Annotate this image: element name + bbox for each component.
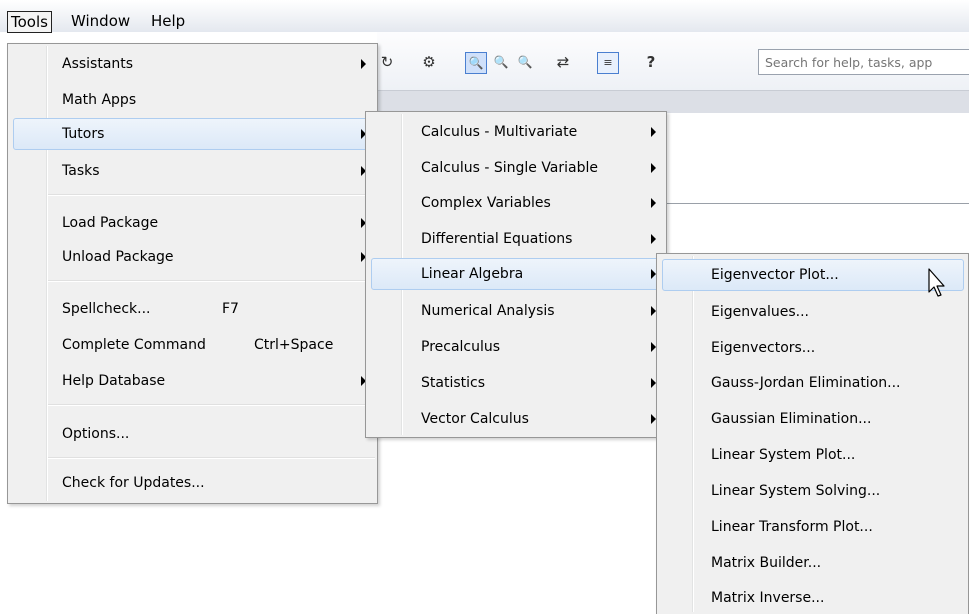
menu-item-check-for-updates[interactable]: Check for Updates... <box>8 468 377 498</box>
menu-item-tasks[interactable]: Tasks <box>8 156 377 186</box>
menu-item-spellcheck[interactable]: Spellcheck... F7 <box>8 294 377 324</box>
menu-item-label: Matrix Builder... <box>711 555 822 571</box>
submenu-arrow-icon <box>651 234 656 244</box>
menu-item-label: Linear Algebra <box>421 266 524 282</box>
mouse-pointer-icon <box>928 268 945 297</box>
submenu-arrow-icon <box>361 59 366 69</box>
menu-item-label: Gaussian Elimination... <box>711 411 872 427</box>
menu-item-complete-command[interactable]: Complete Command Ctrl+Space <box>8 330 377 360</box>
menu-item-math-apps[interactable]: Math Apps <box>8 85 377 115</box>
menu-item-eigenvector-plot[interactable]: Eigenvector Plot... <box>662 259 964 291</box>
menu-item-label: Eigenvectors... <box>711 340 816 356</box>
toolbar-strip <box>377 90 969 113</box>
menu-item-label: Eigenvector Plot... <box>711 267 839 283</box>
menu-item-numerical-analysis[interactable]: Numerical Analysis <box>366 296 666 326</box>
menu-item-label: Assistants <box>62 56 134 72</box>
menu-item-label: Calculus - Single Variable <box>421 160 598 176</box>
tools-menu: Assistants Math Apps Tutors Tasks Load P… <box>7 43 378 504</box>
menu-item-label: Tutors <box>62 126 105 142</box>
menu-item-options[interactable]: Options... <box>8 419 377 449</box>
menu-item-calculus-multivariate[interactable]: Calculus - Multivariate <box>366 117 666 147</box>
menu-item-label: Complex Variables <box>421 195 551 211</box>
menu-item-label: Eigenvalues... <box>711 304 809 320</box>
menu-item-calculus-single-variable[interactable]: Calculus - Single Variable <box>366 153 666 183</box>
search-field[interactable] <box>758 49 969 75</box>
menu-item-label: Gauss-Jordan Elimination... <box>711 375 901 391</box>
menu-item-label: Matrix Inverse... <box>711 590 825 606</box>
menu-item-label: Spellcheck... <box>62 301 151 317</box>
zoom-out-icon[interactable]: 🔍 <box>515 52 535 72</box>
menu-item-gauss-jordan-elimination[interactable]: Gauss-Jordan Elimination... <box>657 368 968 398</box>
menu-item-precalculus[interactable]: Precalculus <box>366 332 666 362</box>
toolbar: ↻ ⚙ 🔍 🔍 🔍 ⇄ ≡ ? <box>377 32 969 90</box>
menu-item-label: Options... <box>62 426 130 442</box>
submenu-arrow-icon <box>651 163 656 173</box>
menu-item-label: Calculus - Multivariate <box>421 124 578 140</box>
menu-item-vector-calculus[interactable]: Vector Calculus <box>366 404 666 434</box>
menu-item-tutors[interactable]: Tutors <box>13 118 374 150</box>
menu-item-differential-equations[interactable]: Differential Equations <box>366 224 666 254</box>
submenu-arrow-icon <box>651 127 656 137</box>
menu-tools[interactable]: Tools <box>7 11 52 33</box>
menu-item-linear-system-plot[interactable]: Linear System Plot... <box>657 440 968 470</box>
insert-math-icon[interactable]: ≡ <box>597 52 619 74</box>
menu-item-label: Statistics <box>421 375 485 391</box>
menu-item-help-database[interactable]: Help Database <box>8 366 377 396</box>
menu-bar: Tools Window Help <box>0 0 969 33</box>
menu-item-label: Help Database <box>62 373 166 389</box>
menu-separator <box>48 457 375 459</box>
document-divider <box>650 203 969 204</box>
menu-item-label: Precalculus <box>421 339 501 355</box>
menu-item-label: Complete Command <box>62 337 206 353</box>
menu-item-eigenvectors[interactable]: Eigenvectors... <box>657 333 968 363</box>
zoom-100-icon[interactable]: 🔍 <box>465 52 487 74</box>
zoom-in-icon[interactable]: 🔍 <box>491 52 511 72</box>
menu-item-load-package[interactable]: Load Package <box>8 208 377 238</box>
swap-icon[interactable]: ⇄ <box>553 52 573 72</box>
gear-icon[interactable]: ⚙ <box>419 52 439 72</box>
menu-item-matrix-builder[interactable]: Matrix Builder... <box>657 548 968 578</box>
search-input[interactable] <box>765 51 965 73</box>
menu-item-assistants[interactable]: Assistants <box>8 49 377 79</box>
menu-item-unload-package[interactable]: Unload Package <box>8 242 377 272</box>
menu-item-label: Tasks <box>62 163 100 179</box>
menu-item-statistics[interactable]: Statistics <box>366 368 666 398</box>
menu-item-label: Load Package <box>62 215 159 231</box>
menu-item-eigenvalues[interactable]: Eigenvalues... <box>657 297 968 327</box>
menu-separator <box>48 194 375 196</box>
menu-item-label: Differential Equations <box>421 231 573 247</box>
menu-item-shortcut: Ctrl+Space <box>254 337 334 353</box>
menu-window[interactable]: Window <box>68 11 133 32</box>
menu-item-label: Math Apps <box>62 92 137 108</box>
menu-item-label: Numerical Analysis <box>421 303 555 319</box>
menu-item-label: Unload Package <box>62 249 174 265</box>
toolbar-partial-icon[interactable]: ↻ <box>377 52 397 72</box>
menu-separator <box>48 404 375 406</box>
help-icon[interactable]: ? <box>641 52 661 72</box>
menu-item-label: Vector Calculus <box>421 411 529 427</box>
menu-item-label: Linear System Plot... <box>711 447 856 463</box>
menu-item-complex-variables[interactable]: Complex Variables <box>366 188 666 218</box>
menu-item-linear-system-solving[interactable]: Linear System Solving... <box>657 476 968 506</box>
menu-help[interactable]: Help <box>148 11 188 32</box>
menu-item-gaussian-elimination[interactable]: Gaussian Elimination... <box>657 404 968 434</box>
menu-item-label: Check for Updates... <box>62 475 205 491</box>
tutors-submenu: Calculus - Multivariate Calculus - Singl… <box>365 111 667 438</box>
menu-item-linear-transform-plot[interactable]: Linear Transform Plot... <box>657 512 968 542</box>
menu-separator <box>48 280 375 282</box>
submenu-arrow-icon <box>651 198 656 208</box>
menu-item-matrix-inverse[interactable]: Matrix Inverse... <box>657 583 968 613</box>
menu-item-label: Linear System Solving... <box>711 483 881 499</box>
menu-item-label: Linear Transform Plot... <box>711 519 873 535</box>
menu-item-linear-algebra[interactable]: Linear Algebra <box>371 258 663 290</box>
linear-algebra-submenu: Eigenvector Plot... Eigenvalues... Eigen… <box>656 253 969 614</box>
menu-item-shortcut: F7 <box>222 301 239 317</box>
